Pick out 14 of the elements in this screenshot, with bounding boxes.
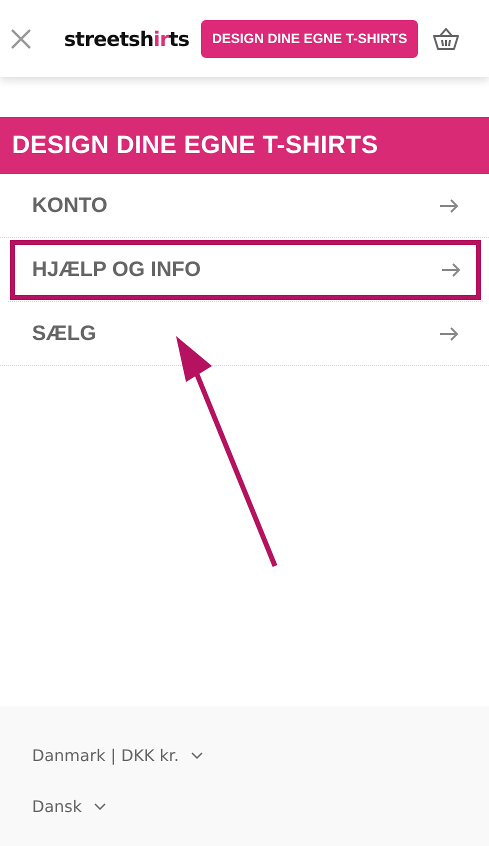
chevron-down-icon [190,752,203,760]
dropdown-button[interactable]: Danmark | DKK kr. [32,746,203,765]
basket-icon[interactable] [432,26,460,52]
chevron-down-icon [94,802,106,810]
logo[interactable]: streetshirts [64,26,190,50]
close-icon[interactable] [10,28,32,50]
right-arrow-icon [439,326,459,340]
menu-heading: DESIGN DINE EGNE T-SHIRTS [0,117,489,174]
design-button[interactable]: DESIGN DINE EGNE T-SHIRTS [201,20,418,58]
menu-item[interactable]: KONTO [0,174,489,238]
right-arrow-icon [441,262,461,276]
menu-item[interactable]: HJÆLP OG INFO [8,238,483,302]
dropdown-button[interactable]: Dansk [32,797,106,816]
right-arrow-icon [439,198,459,212]
